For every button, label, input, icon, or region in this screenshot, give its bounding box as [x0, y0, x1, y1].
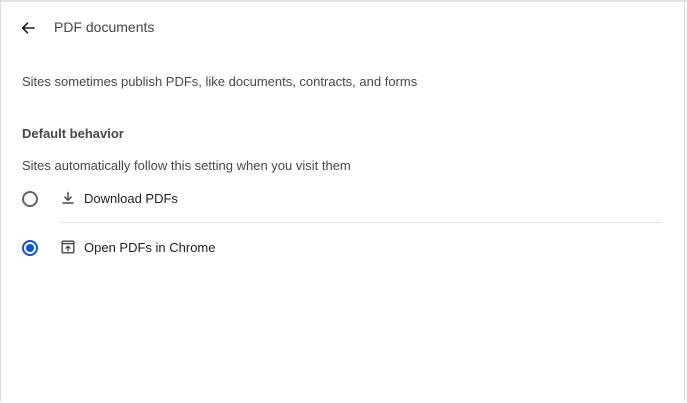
- page-title: PDF documents: [54, 19, 155, 35]
- divider: [60, 222, 662, 223]
- option-open-pdfs-in-chrome[interactable]: Open PDFs in Chrome: [0, 226, 687, 270]
- radio-open-pdfs-in-chrome[interactable]: [22, 240, 38, 256]
- option-label: Download PDFs: [84, 191, 178, 206]
- radio-download-pdfs[interactable]: [22, 191, 38, 207]
- section-heading: Default behavior: [22, 126, 124, 141]
- arrow-back-icon: [21, 22, 35, 34]
- option-download-pdfs[interactable]: Download PDFs: [0, 177, 687, 221]
- section-subtitle: Sites automatically follow this setting …: [22, 158, 351, 173]
- open-in-new-icon: [61, 240, 75, 254]
- option-label: Open PDFs in Chrome: [84, 240, 216, 255]
- page-description: Sites sometimes publish PDFs, like docum…: [22, 74, 418, 89]
- back-button[interactable]: [14, 14, 42, 42]
- download-icon: [62, 191, 74, 204]
- page-header: PDF documents: [0, 8, 687, 48]
